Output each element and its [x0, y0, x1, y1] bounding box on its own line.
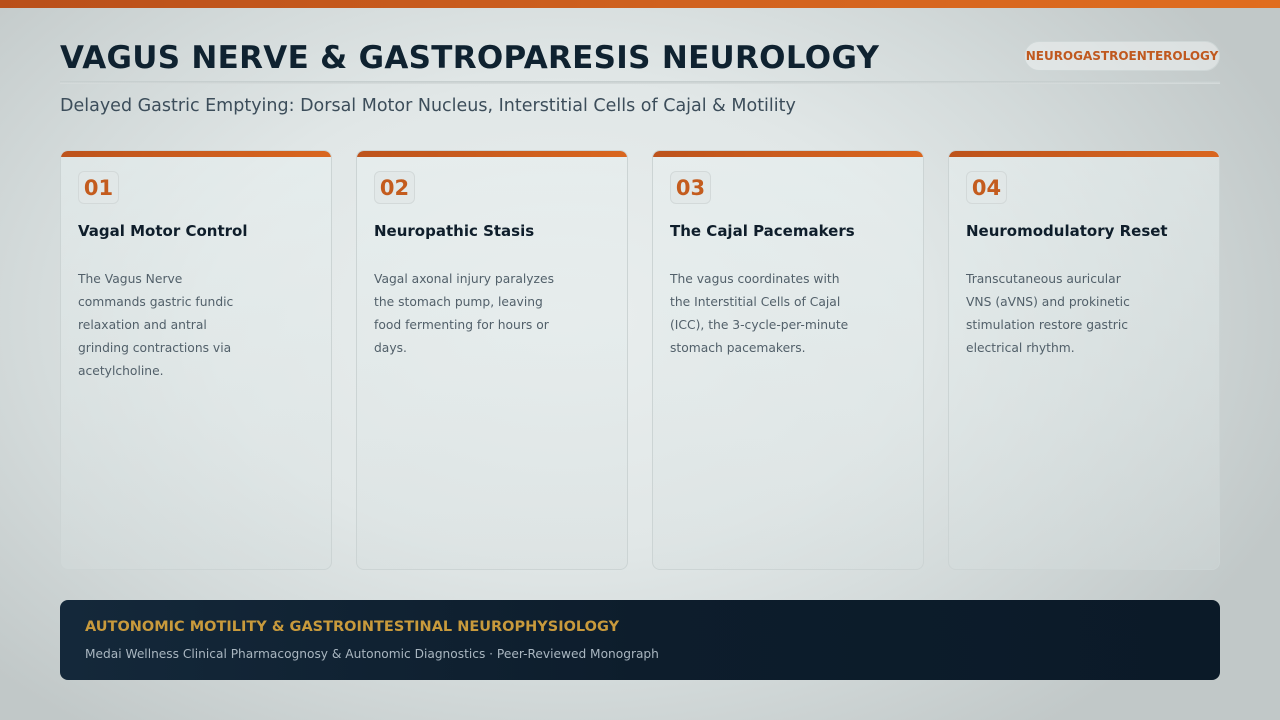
card-neuropathic-stasis: 02 Neuropathic Stasis Vagal axonal injur…: [356, 150, 628, 570]
card-accent-bar: [949, 151, 1219, 157]
card-body: The Vagus Nerve commands gastric fundic …: [78, 272, 234, 378]
card-accent-bar: [653, 151, 923, 157]
footer-banner: AUTONOMIC MOTILITY & GASTROINTESTINAL NE…: [60, 600, 1220, 680]
category-badge: NEUROGASTROENTEROLOGY: [1024, 41, 1220, 71]
card-title: Vagal Motor Control: [78, 222, 248, 240]
card-title: The Cajal Pacemakers: [670, 222, 855, 240]
page-subtitle: Delayed Gastric Emptying: Dorsal Motor N…: [60, 96, 796, 116]
card-neuromodulatory-reset: 04 Neuromodulatory Reset Transcutaneous …: [948, 150, 1220, 570]
card-body: Vagal axonal injury paralyzes the stomac…: [374, 272, 554, 355]
card-title: Neuromodulatory Reset: [966, 222, 1168, 240]
card-body: Transcutaneous auricular VNS (aVNS) and …: [966, 272, 1130, 355]
card-vagal-motor-control: 01 Vagal Motor Control The Vagus Nerve c…: [60, 150, 332, 570]
footer-subtitle: Medai Wellness Clinical Pharmacognosy & …: [85, 647, 659, 661]
page-title: VAGUS NERVE & GASTROPARESIS NEUROLOGY: [60, 40, 880, 76]
top-accent-bar: [0, 0, 1280, 8]
card-accent-bar: [357, 151, 627, 157]
card-accent-bar: [61, 151, 331, 157]
card-number: 04: [966, 171, 1007, 204]
card-number: 02: [374, 171, 415, 204]
card-cajal-pacemakers: 03 The Cajal Pacemakers The vagus coordi…: [652, 150, 924, 570]
card-number: 03: [670, 171, 711, 204]
card-title: Neuropathic Stasis: [374, 222, 535, 240]
card-number: 01: [78, 171, 119, 204]
footer-title: AUTONOMIC MOTILITY & GASTROINTESTINAL NE…: [85, 619, 620, 635]
card-body: The vagus coordinates with the Interstit…: [670, 272, 849, 355]
header-divider: [60, 81, 1220, 84]
